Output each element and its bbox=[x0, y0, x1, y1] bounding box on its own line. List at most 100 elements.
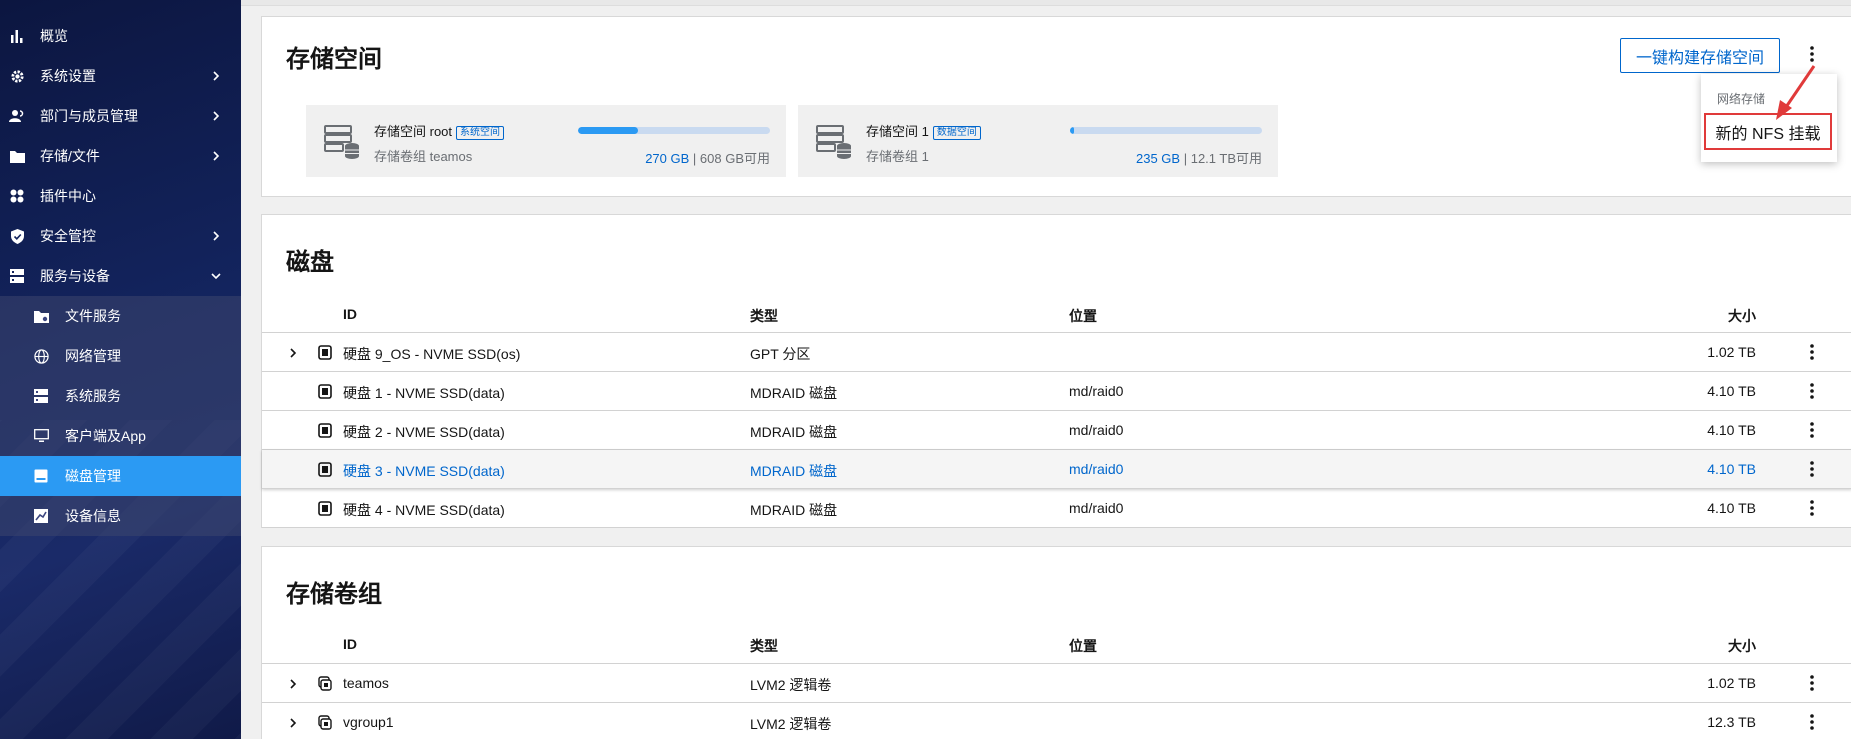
volume-group-type: LVM2 逻辑卷 bbox=[750, 677, 832, 693]
storage-space-name: 存储空间 root 系统空间 bbox=[374, 121, 505, 140]
row-actions-kebab-icon[interactable] bbox=[1802, 379, 1822, 403]
volume-group-icon bbox=[318, 676, 332, 691]
sidebar-subitem-file-services[interactable]: 文件服务 bbox=[0, 296, 241, 336]
used-capacity: 235 GB bbox=[1136, 151, 1181, 166]
chart-box-icon bbox=[32, 507, 50, 525]
sidebar-item-label: 系统服务 bbox=[65, 388, 121, 404]
capacity-text: 235 GB | 12.1 TB可用 bbox=[1136, 148, 1262, 167]
column-header-location: 位置 bbox=[1069, 638, 1097, 654]
chevron-right-icon[interactable] bbox=[287, 677, 299, 689]
storage-space-1[interactable]: 存储空间 1 数据空间 存储卷组 1 235 GB | 12.1 TB可用 bbox=[798, 105, 1278, 177]
disk-id: 硬盘 1 - NVME SSD(data) bbox=[343, 385, 505, 401]
sidebar-subitem-clients-app[interactable]: 客户端及App bbox=[0, 416, 241, 456]
globe-icon bbox=[32, 347, 50, 365]
disk-type: GPT 分区 bbox=[750, 346, 811, 362]
disk-type: MDRAID 磁盘 bbox=[750, 385, 838, 401]
volume-group-id: teamos bbox=[343, 675, 389, 691]
sidebar-item-security[interactable]: 安全管控 bbox=[0, 216, 241, 256]
monitor-icon bbox=[32, 427, 50, 445]
sidebar-item-overview[interactable]: 概览 bbox=[0, 16, 241, 56]
table-row[interactable]: teamos LVM2 逻辑卷 1.02 TB bbox=[262, 664, 1851, 703]
usage-progress-fill bbox=[578, 127, 638, 134]
sidebar-subitem-network[interactable]: 网络管理 bbox=[0, 336, 241, 376]
sidebar-item-label: 安全管控 bbox=[40, 228, 96, 244]
chevron-right-icon[interactable] bbox=[287, 716, 299, 728]
sidebar-item-users[interactable]: 部门与成员管理 bbox=[0, 96, 241, 136]
database-server-icon bbox=[816, 125, 851, 159]
storage-space-title: 存储空间 bbox=[286, 46, 382, 73]
usage-progress-bar bbox=[578, 127, 770, 134]
sidebar-item-label: 部门与成员管理 bbox=[40, 108, 138, 124]
sidebar-item-label: 概览 bbox=[40, 28, 68, 44]
row-actions-kebab-icon[interactable] bbox=[1802, 710, 1822, 734]
sidebar-subitem-device-info[interactable]: 设备信息 bbox=[0, 496, 241, 536]
storage-space-root[interactable]: 存储空间 root 系统空间 存储卷组 teamos 270 GB | 608 G… bbox=[306, 105, 786, 177]
column-header-id: ID bbox=[343, 306, 357, 322]
sidebar-item-label: 存储/文件 bbox=[40, 148, 100, 164]
chevron-right-icon bbox=[210, 70, 222, 82]
available-capacity: | 608 GB可用 bbox=[692, 151, 770, 166]
row-actions-kebab-icon[interactable] bbox=[1802, 418, 1822, 442]
folder-icon bbox=[8, 147, 26, 165]
storage-space-name: 存储空间 1 数据空间 bbox=[866, 121, 981, 140]
usage-progress-bar bbox=[1070, 127, 1262, 134]
table-row-hovered[interactable]: 硬盘 3 - NVME SSD(data) MDRAID 磁盘 md/raid0… bbox=[262, 450, 1851, 489]
space-type-badge: 系统空间 bbox=[456, 126, 505, 140]
users-icon bbox=[8, 107, 26, 125]
disk-type: MDRAID 磁盘 bbox=[750, 463, 838, 479]
column-header-size: 大小 bbox=[1728, 638, 1756, 654]
capacity-text: 270 GB | 608 GB可用 bbox=[645, 148, 770, 167]
volume-group-size: 1.02 TB bbox=[1707, 675, 1756, 691]
database-server-icon bbox=[324, 125, 359, 159]
sidebar-subitem-disk-management[interactable]: 磁盘管理 bbox=[0, 456, 241, 496]
sidebar-item-plugins[interactable]: 插件中心 bbox=[0, 176, 241, 216]
sidebar-subitem-system-services[interactable]: 系统服务 bbox=[0, 376, 241, 416]
disks-title: 磁盘 bbox=[286, 249, 334, 276]
chevron-right-icon[interactable] bbox=[287, 346, 299, 358]
storage-space-name-text: 存储空间 root bbox=[374, 124, 453, 139]
chevron-down-icon bbox=[210, 270, 222, 282]
table-row[interactable]: 硬盘 4 - NVME SSD(data) MDRAID 磁盘 md/raid0… bbox=[262, 489, 1851, 528]
disk-location: md/raid0 bbox=[1069, 461, 1124, 477]
table-row[interactable]: 硬盘 9_OS - NVME SSD(os) GPT 分区 1.02 TB bbox=[262, 333, 1851, 372]
column-header-id: ID bbox=[343, 636, 357, 652]
plugins-icon bbox=[8, 187, 26, 205]
volume-group-size: 12.3 TB bbox=[1707, 714, 1756, 730]
usage-progress-fill bbox=[1070, 127, 1074, 134]
server-icon bbox=[32, 387, 50, 405]
disk-id: 硬盘 2 - NVME SSD(data) bbox=[343, 424, 505, 440]
sidebar-item-label: 网络管理 bbox=[65, 348, 121, 364]
row-actions-kebab-icon[interactable] bbox=[1802, 496, 1822, 520]
column-header-location: 位置 bbox=[1069, 308, 1097, 324]
storage-space-name-text: 存储空间 1 bbox=[866, 124, 929, 139]
shield-icon bbox=[8, 227, 26, 245]
red-arrow-annotation-icon bbox=[1776, 65, 1816, 120]
sidebar-item-label: 文件服务 bbox=[65, 308, 121, 324]
table-row[interactable]: vgroup1 LVM2 逻辑卷 12.3 TB bbox=[262, 703, 1851, 739]
sidebar: 概览 系统设置 部门与成员管理 存储/文件 插件中心 安全管控 服务与设备 文件… bbox=[0, 0, 241, 739]
disk-size: 4.10 TB bbox=[1707, 422, 1756, 438]
build-storage-space-button[interactable]: 一键构建存储空间 bbox=[1620, 38, 1780, 73]
column-header-type: 类型 bbox=[750, 308, 778, 324]
row-actions-kebab-icon[interactable] bbox=[1802, 340, 1822, 364]
used-capacity: 270 GB bbox=[645, 151, 690, 166]
table-row[interactable]: 硬盘 1 - NVME SSD(data) MDRAID 磁盘 md/raid0… bbox=[262, 372, 1851, 411]
server-icon bbox=[8, 267, 26, 285]
disk-drive-icon bbox=[318, 384, 332, 399]
disk-size: 1.02 TB bbox=[1707, 344, 1756, 360]
disk-location: md/raid0 bbox=[1069, 383, 1124, 399]
disks-card: 磁盘 ID 类型 位置 大小 硬盘 9_OS - NVME SSD(os) GP… bbox=[261, 214, 1851, 528]
sidebar-item-label: 插件中心 bbox=[40, 188, 96, 204]
sidebar-item-services-devices[interactable]: 服务与设备 bbox=[0, 256, 241, 296]
row-actions-kebab-icon[interactable] bbox=[1802, 671, 1822, 695]
storage-volume-group-label: 存储卷组 1 bbox=[866, 149, 929, 164]
top-bar bbox=[241, 0, 1851, 6]
row-actions-kebab-icon[interactable] bbox=[1802, 457, 1822, 481]
storage-space-card: 存储空间 存储空间 root 系统空间 存储卷组 teamos 270 GB | … bbox=[261, 16, 1851, 197]
volume-group-icon bbox=[318, 715, 332, 730]
sidebar-item-storage-files[interactable]: 存储/文件 bbox=[0, 136, 241, 176]
disk-id: 硬盘 9_OS - NVME SSD(os) bbox=[343, 346, 521, 362]
table-row[interactable]: 硬盘 2 - NVME SSD(data) MDRAID 磁盘 md/raid0… bbox=[262, 411, 1851, 450]
disk-id: 硬盘 3 - NVME SSD(data) bbox=[343, 463, 505, 479]
sidebar-item-system-settings[interactable]: 系统设置 bbox=[0, 56, 241, 96]
